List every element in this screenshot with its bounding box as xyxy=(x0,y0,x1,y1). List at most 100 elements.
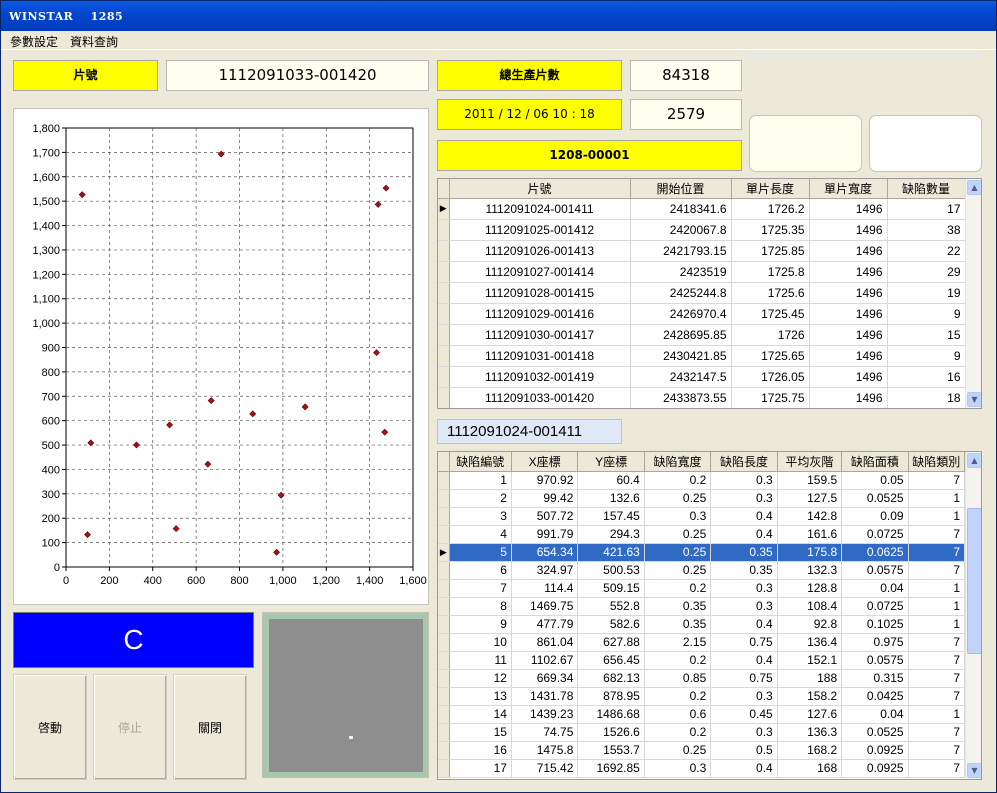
table-row[interactable]: 1112091028-001415 2425244.8 1725.6 1496 19 xyxy=(438,282,966,304)
row-selector[interactable] xyxy=(438,507,450,526)
table-row[interactable]: 17 715.42 1692.85 0.3 0.4 168 0.0925 7 xyxy=(438,759,966,778)
row-selector[interactable] xyxy=(438,759,450,778)
row-selector[interactable]: ▶ xyxy=(438,198,450,220)
row-selector[interactable] xyxy=(438,525,450,544)
table-row[interactable]: 13 1431.78 878.95 0.2 0.3 158.2 0.0425 7 xyxy=(438,687,966,706)
table-row[interactable]: 1112091033-001420 2433873.55 1725.75 1496 18 xyxy=(438,387,966,408)
x-tick-label: 400 xyxy=(144,575,162,587)
row-selector[interactable] xyxy=(438,219,450,241)
pieces-header-2[interactable]: 單片長度 xyxy=(731,179,810,199)
row-selector[interactable] xyxy=(438,240,450,262)
scroll-down-icon[interactable]: ▼ xyxy=(967,392,981,407)
table-cell: 1112091028-001415 xyxy=(449,282,631,304)
table-cell: 6 xyxy=(449,561,512,580)
table-row[interactable]: 11 1102.67 656.45 0.2 0.4 152.1 0.0575 7 xyxy=(438,651,966,670)
close-button[interactable]: 關閉 xyxy=(173,674,247,780)
menu-data-query[interactable]: 資料查詢 xyxy=(64,31,124,50)
table-cell: 1726.05 xyxy=(731,366,810,388)
defects-header-2[interactable]: Y座標 xyxy=(577,452,645,472)
row-selector[interactable] xyxy=(438,282,450,304)
row-selector[interactable] xyxy=(438,579,450,598)
defects-header-3[interactable]: 缺陷寬度 xyxy=(644,452,712,472)
pieces-header-row: 片號 開始位置 單片長度 單片寬度 缺陷數量 xyxy=(438,179,966,199)
defect-spot xyxy=(349,736,353,739)
table-row[interactable]: 1112091032-001419 2432147.5 1726.05 1496 16 xyxy=(438,366,966,388)
table-row[interactable]: 15 74.75 1526.6 0.2 0.3 136.3 0.0525 7 xyxy=(438,723,966,742)
defects-header-1[interactable]: X座標 xyxy=(511,452,579,472)
row-selector[interactable] xyxy=(438,261,450,283)
row-selector[interactable] xyxy=(438,669,450,688)
row-selector[interactable] xyxy=(438,324,450,346)
table-row[interactable]: 9 477.79 582.6 0.35 0.4 92.8 0.1025 1 xyxy=(438,615,966,634)
row-selector[interactable] xyxy=(438,387,450,408)
piece-label: 片號 xyxy=(13,60,158,91)
row-selector[interactable] xyxy=(438,471,450,490)
table-row[interactable]: 1112091026-001413 2421793.15 1725.85 1496 22 xyxy=(438,240,966,262)
start-button[interactable]: 啓動 xyxy=(13,674,87,780)
table-row[interactable]: 14 1439.23 1486.68 0.6 0.45 127.6 0.04 1 xyxy=(438,705,966,724)
table-row[interactable]: 1112091027-001414 2423519 1725.8 1496 29 xyxy=(438,261,966,283)
row-selector[interactable]: ▶ xyxy=(438,543,450,562)
row-selector[interactable] xyxy=(438,687,450,706)
row-selector[interactable] xyxy=(438,741,450,760)
table-cell: 132.3 xyxy=(777,561,843,580)
pieces-header-1[interactable]: 開始位置 xyxy=(630,179,732,199)
defects-header-6[interactable]: 缺陷面積 xyxy=(841,452,909,472)
table-row[interactable]: ▶ 5 654.34 421.63 0.25 0.35 175.8 0.0625 7 xyxy=(438,543,966,562)
table-cell: 0.2 xyxy=(644,687,712,706)
stop-button[interactable]: 停止 xyxy=(93,674,167,780)
defects-header-4[interactable]: 缺陷長度 xyxy=(710,452,778,472)
pieces-header-3[interactable]: 單片寬度 xyxy=(809,179,888,199)
defects-scrollbar[interactable]: ▲ ▼ xyxy=(965,452,981,779)
table-row[interactable]: 1 970.92 60.4 0.2 0.3 159.5 0.05 7 xyxy=(438,471,966,490)
count-value: 2579 xyxy=(630,99,742,130)
pieces-header-4[interactable]: 缺陷數量 xyxy=(887,179,966,199)
table-cell: 8 xyxy=(449,597,512,616)
row-selector[interactable] xyxy=(438,366,450,388)
table-row[interactable]: 1112091025-001412 2420067.8 1725.35 1496 38 xyxy=(438,219,966,241)
defects-header-0[interactable]: 缺陷編號 xyxy=(449,452,512,472)
row-selector[interactable] xyxy=(438,723,450,742)
row-selector[interactable] xyxy=(438,561,450,580)
row-selector[interactable] xyxy=(438,615,450,634)
defects-header-7[interactable]: 缺陷類別 xyxy=(908,452,966,472)
table-row[interactable]: 1112091030-001417 2428695.85 1726 1496 15 xyxy=(438,324,966,346)
table-row[interactable]: 12 669.34 682.13 0.85 0.75 188 0.315 7 xyxy=(438,669,966,688)
table-row[interactable]: 16 1475.8 1553.7 0.25 0.5 168.2 0.0925 7 xyxy=(438,741,966,760)
scroll-thumb[interactable] xyxy=(967,508,981,654)
row-selector[interactable] xyxy=(438,303,450,325)
table-row[interactable]: 1112091029-001416 2426970.4 1725.45 1496 9 xyxy=(438,303,966,325)
table-cell: 2423519 xyxy=(630,261,732,283)
table-cell: 2421793.15 xyxy=(630,240,732,262)
table-cell: 9 xyxy=(887,345,966,367)
table-row[interactable]: 8 1469.75 552.8 0.35 0.3 108.4 0.0725 1 xyxy=(438,597,966,616)
table-cell: 136.4 xyxy=(777,633,843,652)
table-row[interactable]: 3 507.72 157.45 0.3 0.4 142.8 0.09 1 xyxy=(438,507,966,526)
batch-number: 1208-00001 xyxy=(437,140,742,171)
table-row[interactable]: 1112091031-001418 2430421.85 1725.65 1496 9 xyxy=(438,345,966,367)
row-selector[interactable] xyxy=(438,489,450,508)
scroll-up-icon[interactable]: ▲ xyxy=(967,453,981,468)
pieces-header-0[interactable]: 片號 xyxy=(449,179,631,199)
table-cell: 1496 xyxy=(809,366,888,388)
table-row[interactable]: 2 99.42 132.6 0.25 0.3 127.5 0.0525 1 xyxy=(438,489,966,508)
table-cell: 38 xyxy=(887,219,966,241)
row-selector[interactable] xyxy=(438,705,450,724)
table-row[interactable]: 4 991.79 294.3 0.25 0.4 161.6 0.0725 7 xyxy=(438,525,966,544)
scroll-down-icon[interactable]: ▼ xyxy=(967,763,981,778)
table-cell: 1112091029-001416 xyxy=(449,303,631,325)
table-row[interactable]: 7 114.4 509.15 0.2 0.3 128.8 0.04 1 xyxy=(438,579,966,598)
row-selector[interactable] xyxy=(438,651,450,670)
row-selector[interactable] xyxy=(438,597,450,616)
table-cell: 12 xyxy=(449,669,512,688)
table-row[interactable]: ▶ 1112091024-001411 2418341.6 1726.2 1496 17 xyxy=(438,198,966,220)
menu-parameter-settings[interactable]: 參數設定 xyxy=(1,31,64,50)
table-cell: 7 xyxy=(908,543,966,562)
row-selector[interactable] xyxy=(438,633,450,652)
table-row[interactable]: 10 861.04 627.88 2.15 0.75 136.4 0.975 7 xyxy=(438,633,966,652)
table-row[interactable]: 6 324.97 500.53 0.25 0.35 132.3 0.0575 7 xyxy=(438,561,966,580)
pieces-scrollbar[interactable]: ▲ ▼ xyxy=(965,179,981,408)
scroll-up-icon[interactable]: ▲ xyxy=(967,180,981,195)
row-selector[interactable] xyxy=(438,345,450,367)
defects-header-5[interactable]: 平均灰階 xyxy=(777,452,843,472)
